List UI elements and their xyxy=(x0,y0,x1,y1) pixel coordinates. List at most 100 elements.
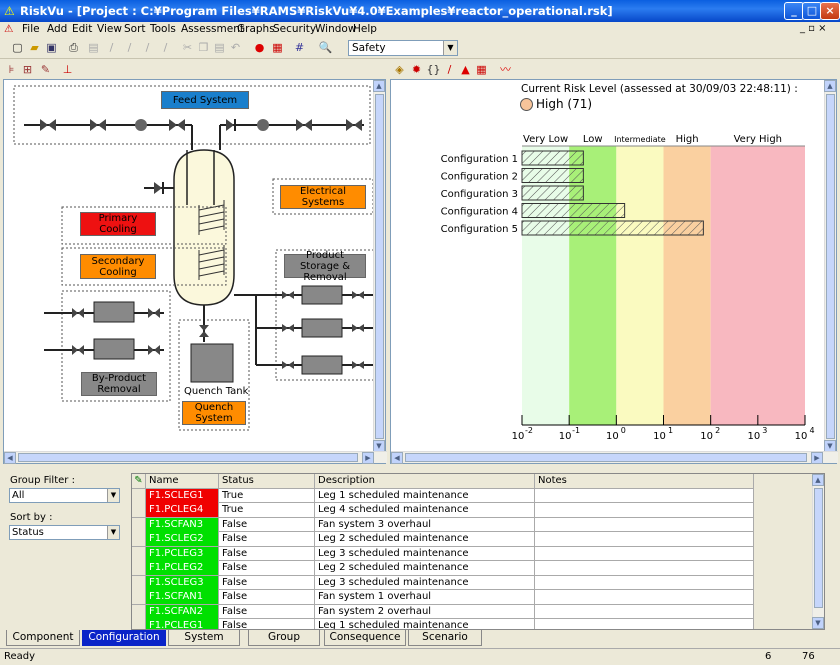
risk-hscroll[interactable]: ◀ ▶ xyxy=(391,451,838,464)
menu-window[interactable]: Window xyxy=(315,23,356,35)
cell-name[interactable]: F1.PCLEG3 xyxy=(146,546,219,561)
cell-description[interactable]: Leg 1 scheduled maintenance xyxy=(315,619,535,629)
menu-add[interactable]: Add xyxy=(47,23,67,35)
table-row[interactable]: F1.SCFAN2 False Fan system 2 overhaul xyxy=(132,604,754,619)
menu-security[interactable]: Security xyxy=(273,23,316,35)
edit-pen-icon[interactable]: ✎ xyxy=(132,474,146,488)
row-handle[interactable] xyxy=(132,575,146,590)
scroll-up-icon[interactable]: ▲ xyxy=(812,474,824,486)
cell-notes[interactable] xyxy=(535,503,754,517)
risk-icon[interactable]: ✹ xyxy=(409,62,424,77)
mdi-controls[interactable]: _ ▫ × xyxy=(800,23,827,34)
scroll-left-icon[interactable]: ◀ xyxy=(391,452,403,464)
column-header-description[interactable]: Description xyxy=(315,474,535,488)
row-handle[interactable] xyxy=(132,604,146,619)
table-row[interactable]: F1.PCLEG3 False Leg 3 scheduled maintenanc… xyxy=(132,546,754,561)
electrical-systems-box[interactable]: Electrical Systems xyxy=(280,185,366,209)
trend-icon[interactable]: 〰 xyxy=(498,62,513,77)
scroll-thumb[interactable] xyxy=(826,94,835,439)
tab-scenario[interactable]: Scenario xyxy=(408,630,482,646)
scroll-up-icon[interactable]: ▲ xyxy=(824,80,836,92)
quench-system-box[interactable]: Quench System xyxy=(182,401,246,425)
cell-name[interactable]: F1.PCLEG1 xyxy=(146,619,219,629)
row-handle[interactable] xyxy=(132,488,146,503)
cell-status[interactable]: False xyxy=(219,619,315,629)
cell-description[interactable]: Fan system 3 overhaul xyxy=(315,517,535,532)
cell-name[interactable]: F1.SCFAN3 xyxy=(146,517,219,532)
warning-icon[interactable]: ▲ xyxy=(458,62,473,77)
cell-name[interactable]: F1.SCLEG2 xyxy=(146,532,219,546)
schematic-vscroll[interactable]: ▲ ▼ xyxy=(373,80,385,452)
cell-notes[interactable] xyxy=(535,619,754,629)
report-small-icon[interactable]: ▦ xyxy=(474,62,489,77)
cell-name[interactable]: F1.SCLEG3 xyxy=(146,575,219,590)
tree-icon[interactable]: ⊧ xyxy=(4,62,19,77)
cell-notes[interactable] xyxy=(535,546,754,561)
bracket-icon[interactable]: {} xyxy=(426,62,441,77)
cell-description[interactable]: Leg 4 scheduled maintenance xyxy=(315,503,535,517)
cell-description[interactable]: Fan system 2 overhaul xyxy=(315,604,535,619)
scroll-up-icon[interactable]: ▲ xyxy=(373,80,385,92)
row-handle[interactable] xyxy=(132,503,146,517)
cell-status[interactable]: True xyxy=(219,503,315,517)
menu-assessment[interactable]: Assessment xyxy=(181,23,244,35)
cell-description[interactable]: Leg 1 scheduled maintenance xyxy=(315,488,535,503)
cell-status[interactable]: False xyxy=(219,575,315,590)
sort-by-select[interactable]: Status ▼ xyxy=(9,525,120,540)
column-header-notes[interactable]: Notes xyxy=(535,474,754,488)
cell-status[interactable]: False xyxy=(219,517,315,532)
scroll-right-icon[interactable]: ▶ xyxy=(811,452,823,464)
mode-select[interactable]: Safety ▼ xyxy=(348,40,458,56)
cell-notes[interactable] xyxy=(535,590,754,604)
group-filter-select[interactable]: All ▼ xyxy=(9,488,120,503)
scroll-thumb[interactable] xyxy=(814,488,823,608)
table-row[interactable]: F1.SCLEG2 False Leg 2 scheduled maintenanc… xyxy=(132,532,754,547)
new-icon[interactable]: ▢ xyxy=(10,40,25,55)
cell-description[interactable]: Leg 2 scheduled maintenance xyxy=(315,561,535,575)
table-row[interactable]: F1.SCFAN1 False Fan system 1 overhaul xyxy=(132,590,754,605)
table-vscroll[interactable]: ▲ ▼ xyxy=(812,474,824,629)
column-header-status[interactable]: Status xyxy=(219,474,315,488)
cell-notes[interactable] xyxy=(535,532,754,546)
scroll-thumb[interactable] xyxy=(405,453,807,462)
maximize-button[interactable]: □ xyxy=(802,2,822,20)
print-icon[interactable]: ⎙ xyxy=(66,40,81,55)
tab-group[interactable]: Group xyxy=(248,630,320,646)
cell-name[interactable]: F1.SCFAN2 xyxy=(146,604,219,619)
column-header-name[interactable]: Name xyxy=(146,474,219,488)
cell-name[interactable]: F1.PCLEG2 xyxy=(146,561,219,575)
chevron-down-icon[interactable]: ▼ xyxy=(107,526,119,539)
menu-edit[interactable]: Edit xyxy=(72,23,92,35)
cell-name[interactable]: F1.PCLEG4 xyxy=(146,503,219,517)
row-handle[interactable] xyxy=(132,546,146,561)
scroll-thumb[interactable] xyxy=(18,453,358,462)
row-handle[interactable] xyxy=(132,619,146,629)
list-icon[interactable]: ⊞ xyxy=(20,62,35,77)
menu-sort[interactable]: Sort xyxy=(124,23,146,35)
row-handle[interactable] xyxy=(132,532,146,546)
chevron-down-icon[interactable]: ▼ xyxy=(107,489,119,502)
product-storage-box[interactable]: Product Storage & Removal xyxy=(284,250,366,283)
menu-view[interactable]: View xyxy=(97,23,122,35)
cell-status[interactable]: False xyxy=(219,561,315,575)
cell-status[interactable]: False xyxy=(219,546,315,561)
edit-diagram-icon[interactable]: ✎ xyxy=(38,62,53,77)
cell-notes[interactable] xyxy=(535,575,754,590)
scroll-thumb[interactable] xyxy=(375,94,384,439)
chevron-down-icon[interactable]: ▼ xyxy=(443,41,457,55)
find-icon[interactable]: 🔍 xyxy=(318,40,333,55)
cell-name[interactable]: F1.SCLEG1 xyxy=(146,488,219,503)
byproduct-removal-box[interactable]: By-Product Removal xyxy=(81,372,157,396)
table-row[interactable]: F1.SCFAN3 False Fan system 3 overhaul xyxy=(132,517,754,532)
table-row[interactable]: F1.PCLEG1 False Leg 1 scheduled maintenanc… xyxy=(132,619,754,629)
minimize-button[interactable]: _ xyxy=(784,2,804,20)
row-handle[interactable] xyxy=(132,517,146,532)
row-handle[interactable] xyxy=(132,590,146,604)
table-row[interactable]: F1.PCLEG2 False Leg 2 scheduled maintenanc… xyxy=(132,561,754,576)
feed-system-box[interactable]: Feed System xyxy=(161,91,249,109)
scroll-right-icon[interactable]: ▶ xyxy=(362,452,374,464)
table-row[interactable]: F1.SCLEG1 True Leg 1 scheduled maintenance xyxy=(132,488,754,503)
save-icon[interactable]: ▣ xyxy=(44,40,59,55)
cell-description[interactable]: Leg 3 scheduled maintenance xyxy=(315,546,535,561)
table-row[interactable]: F1.SCLEG3 False Leg 3 scheduled maintenanc… xyxy=(132,575,754,590)
